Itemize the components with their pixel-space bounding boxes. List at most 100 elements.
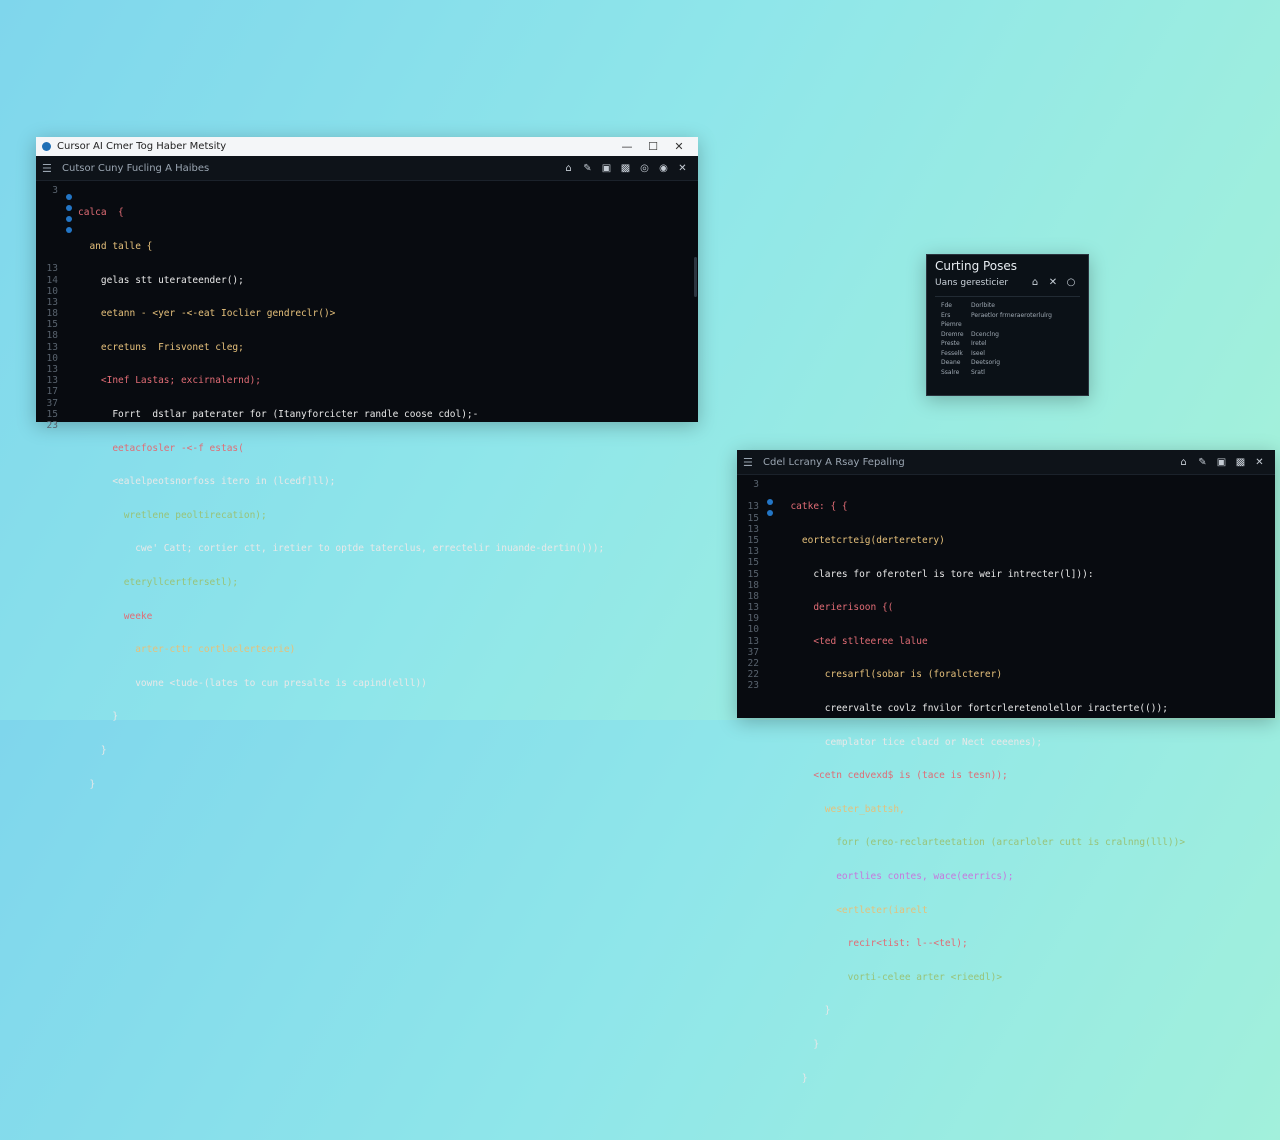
code-line: wester_battsh, <box>779 803 905 815</box>
line-number: 10 <box>46 285 58 297</box>
close-icon[interactable]: ✕ <box>1044 277 1062 288</box>
home-icon[interactable]: ⌂ <box>1174 457 1193 468</box>
menu-icon[interactable]: ☰ <box>743 456 757 469</box>
editor-tab-title: Cdel Lcrany A Rsay Fepaling <box>763 456 905 468</box>
line-number: 18 <box>46 308 58 320</box>
breakpoint-icon[interactable] <box>66 194 72 200</box>
line-number: 19 <box>747 613 759 625</box>
main-editor-toolbar: ☰ Cutsor Cuny Fucling A Haibes ⌂ ✎ ▣ ▩ ◎… <box>36 156 698 181</box>
breakpoint-icon[interactable] <box>66 227 72 233</box>
line-number <box>36 196 58 207</box>
code-line: and talle { <box>78 241 153 252</box>
breakpoint-column[interactable] <box>62 185 76 946</box>
breakpoint-icon[interactable] <box>66 205 72 211</box>
window-title: Cursor AI Cmer Tog Haber Metsity <box>57 141 227 152</box>
grid-icon[interactable]: ▩ <box>1231 457 1250 468</box>
vertical-scrollbar[interactable] <box>694 257 697 297</box>
code-line: cwe' Catt; cortier ctt, iretier to optde… <box>78 543 605 555</box>
split-view-icon[interactable]: ▣ <box>1212 457 1231 468</box>
property-key: Dremre <box>941 330 964 338</box>
app-logo-icon <box>42 142 51 151</box>
breakpoint-icon[interactable] <box>767 510 773 516</box>
property-value: Iseel <box>971 349 985 357</box>
property-row: Piemre <box>927 320 1088 330</box>
divider <box>935 296 1080 297</box>
record-icon[interactable]: ◉ <box>654 163 673 174</box>
line-number: 14 <box>46 274 58 286</box>
minimize-button[interactable]: — <box>614 140 640 153</box>
pin-icon[interactable]: ⌂ <box>1026 277 1044 288</box>
secondary-editor-toolbar: ☰ Cdel Lcrany A Rsay Fepaling ⌂ ✎ ▣ ▩ ✕ <box>737 450 1275 475</box>
split-view-icon[interactable]: ▣ <box>597 163 616 174</box>
line-number: 10 <box>46 352 58 364</box>
code-line: } <box>779 1038 820 1050</box>
code-content[interactable]: catke: { { eortetcrteig(derteretery) cla… <box>777 479 1275 1140</box>
property-value: Dorlbite <box>971 302 995 309</box>
code-line: wretlene peoltirecation); <box>78 509 267 521</box>
code-line: vorti-celee arter <rieedl)> <box>779 971 1003 983</box>
breakpoint-icon[interactable] <box>66 216 72 222</box>
property-value: Iretel <box>971 340 987 347</box>
close-button[interactable]: ✕ <box>666 140 692 153</box>
code-line: } <box>78 744 107 756</box>
code-line: clares for oferoterl is tore weir intrec… <box>779 568 1094 580</box>
code-line: <ted stlteeree lalue <box>779 635 928 647</box>
editor-tab-title: Cutsor Cuny Fucling A Haibes <box>62 162 210 174</box>
code-editor[interactable]: 3 13 14 10 13 18 15 18 13 10 13 13 17 37… <box>36 181 698 946</box>
line-number: 37 <box>46 397 58 409</box>
info-icon[interactable]: ○ <box>1062 277 1080 288</box>
code-line: <Inef Lastas; excirnalernd); <box>78 375 262 387</box>
line-number: 23 <box>46 419 58 431</box>
line-number: 15 <box>46 319 58 331</box>
property-row: Ers Peraetlor frrneraeroterlulrg <box>927 311 1088 321</box>
edit-icon[interactable]: ✎ <box>1193 457 1212 468</box>
property-row: Fde Dorlbite <box>927 301 1088 311</box>
breakpoint-icon[interactable] <box>767 499 773 505</box>
code-line: creervalte covlz fnvilor fortcrleretenol… <box>779 702 1168 714</box>
line-number: 13 <box>46 364 58 375</box>
properties-popup: Curting Poses Uans geresticier ⌂ ✕ ○ Fde… <box>926 254 1089 396</box>
home-icon[interactable]: ⌂ <box>559 163 578 174</box>
line-number: 13 <box>46 375 58 387</box>
breakpoint-column[interactable] <box>763 479 777 1140</box>
code-line: eetann - <yer -<-eat Ioclier gendreclr()… <box>78 308 336 320</box>
line-number-gutter: 3 13 14 10 13 18 15 18 13 10 13 13 17 37… <box>36 185 62 946</box>
property-value: Sratl <box>971 368 985 376</box>
code-line: eetacfosler -<-f estas( <box>78 442 244 454</box>
grid-icon[interactable]: ▩ <box>616 163 635 174</box>
line-number: 22 <box>747 658 759 669</box>
code-line: <ertleter(iarelt <box>779 904 928 916</box>
line-number: 10 <box>747 624 759 636</box>
property-key: Fesselk <box>941 349 963 357</box>
close-panel-icon[interactable]: ✕ <box>1250 457 1269 468</box>
code-line: } <box>78 778 96 790</box>
line-number: 18 <box>46 330 58 342</box>
line-number: 13 <box>747 523 759 535</box>
property-value: Dcenclng <box>971 330 999 338</box>
code-editor[interactable]: 3 13 15 13 15 13 15 15 18 18 13 19 10 13… <box>737 475 1275 1140</box>
line-number: 3 <box>52 185 58 196</box>
code-line: Forrt dstlar paterater for (Itanyforcict… <box>78 408 479 420</box>
code-line: arter-cttr cortlaclertserie) <box>78 644 296 656</box>
line-number <box>36 207 58 218</box>
property-value: Peraetlor frrneraeroterlulrg <box>971 311 1052 319</box>
target-icon[interactable]: ◎ <box>635 163 654 174</box>
popup-title: Curting Poses <box>935 259 1018 273</box>
code-line: } <box>78 711 119 723</box>
maximize-button[interactable]: ☐ <box>640 140 666 153</box>
edit-icon[interactable]: ✎ <box>578 163 597 174</box>
line-number: 22 <box>747 669 759 681</box>
code-line: recir<tist: l--<tel); <box>779 938 968 950</box>
close-panel-icon[interactable]: ✕ <box>673 163 692 174</box>
code-line: gelas stt uterateender(); <box>78 274 244 286</box>
menu-icon[interactable]: ☰ <box>42 162 56 175</box>
code-content[interactable]: calca { and talle { gelas stt uterateend… <box>76 185 698 946</box>
line-number: 18 <box>747 579 759 591</box>
code-line: eortlies contes, wace(eerrics); <box>779 870 1014 882</box>
code-line: derierisoon {( <box>779 602 894 614</box>
line-number-gutter: 3 13 15 13 15 13 15 15 18 18 13 19 10 13… <box>737 479 763 1140</box>
main-editor-window: Cursor AI Cmer Tog Haber Metsity — ☐ ✕ ☰… <box>36 137 698 790</box>
